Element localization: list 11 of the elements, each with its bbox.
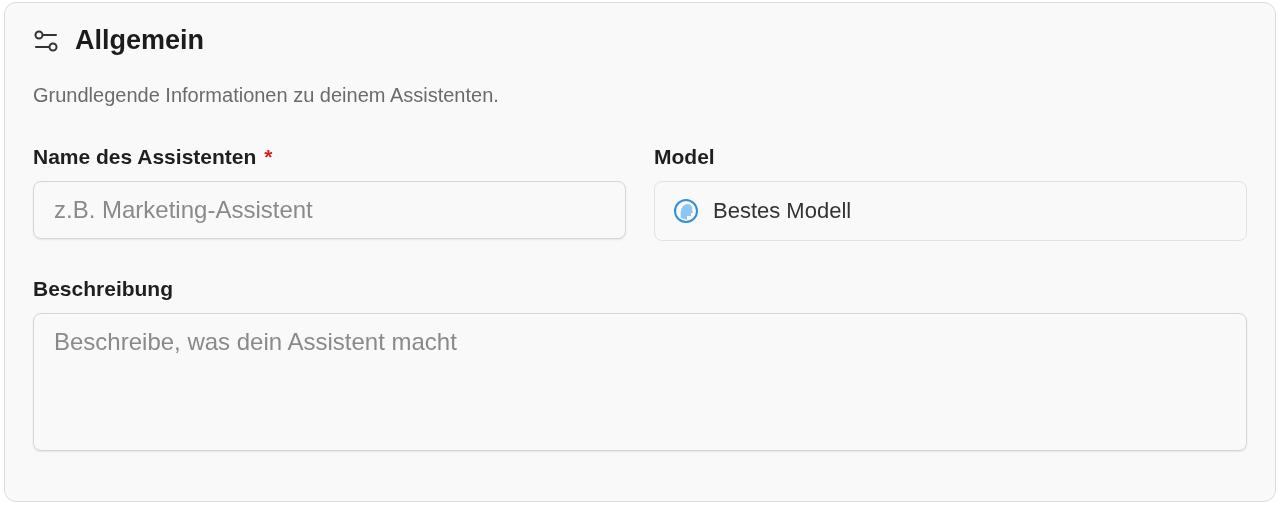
field-label: Model: [654, 145, 715, 169]
field-label: Name des Assistenten: [33, 145, 257, 169]
model-select[interactable]: Bestes Modell: [654, 181, 1247, 241]
input-field[interactable]: z.B. Marketing-Assistent: [33, 181, 626, 239]
head-icon: [673, 198, 699, 224]
select-value: Bestes Modell: [713, 198, 852, 224]
required-mark: *: [264, 145, 273, 169]
field-label: Beschreibung: [33, 277, 174, 301]
section-title: Allgemein: [75, 25, 205, 56]
description-field[interactable]: Beschreibe, was dein Assistent macht: [33, 313, 1247, 451]
section-description: Grundlegende Informationen zu deinem Assistenten.: [33, 84, 500, 107]
